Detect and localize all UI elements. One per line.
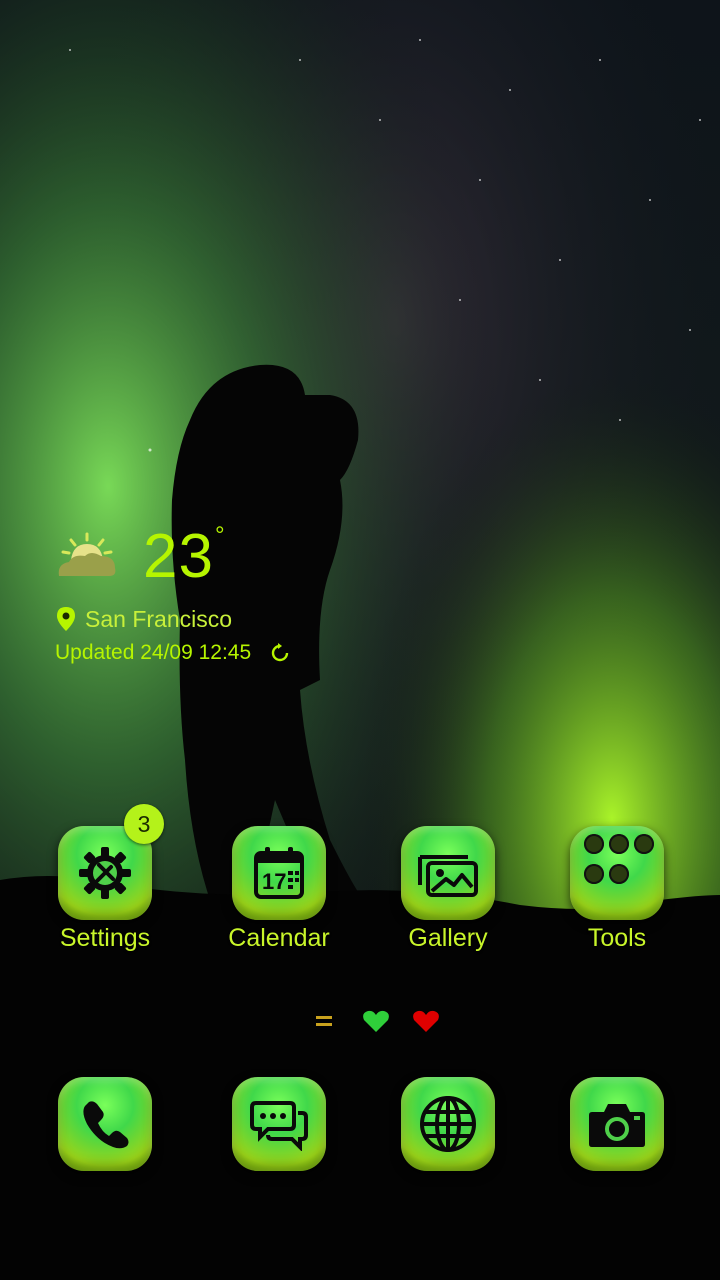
red-heart-icon[interactable] <box>411 1008 441 1034</box>
app-label: Calendar <box>228 924 330 952</box>
green-heart-icon[interactable] <box>361 1008 391 1034</box>
mini-app-icon <box>584 834 604 854</box>
gear-tools-icon <box>79 847 131 899</box>
location-pin-icon <box>57 607 75 631</box>
weather-widget[interactable]: 23 ° San Francisco Updated 24/09 12:45 <box>55 520 375 670</box>
refresh-icon[interactable] <box>269 642 291 664</box>
phone-icon <box>83 1101 129 1149</box>
phone-app-icon[interactable] <box>58 1077 152 1171</box>
messages-icon <box>250 1101 308 1151</box>
menu-lines-icon[interactable] <box>310 1008 340 1034</box>
dock-browser[interactable] <box>401 1077 495 1171</box>
mini-app-icon <box>634 834 654 854</box>
app-settings[interactable]: 3 Settings <box>58 804 164 952</box>
browser-app-icon[interactable] <box>401 1077 495 1171</box>
temperature-unit: ° <box>215 522 225 549</box>
calendar-app-icon[interactable]: 17 <box>232 826 326 920</box>
app-label: Tools <box>587 924 647 952</box>
mini-app-icon <box>609 834 629 854</box>
dock-messages[interactable] <box>232 1077 326 1171</box>
app-label: Settings <box>59 924 151 952</box>
folder-preview <box>584 834 654 888</box>
weather-updated-time: Updated 24/09 12:45 <box>55 641 252 664</box>
folder-icon[interactable] <box>570 826 664 920</box>
camera-app-icon[interactable] <box>570 1077 664 1171</box>
mini-app-icon <box>609 863 629 884</box>
browser-globe-icon <box>420 1096 476 1152</box>
app-label: Gallery <box>408 924 488 952</box>
dock-camera[interactable] <box>570 1077 664 1171</box>
gallery-icon <box>418 855 478 897</box>
messages-app-icon[interactable] <box>232 1077 326 1171</box>
gallery-app-icon[interactable] <box>401 826 495 920</box>
settings-app-icon[interactable]: 3 <box>58 804 164 920</box>
app-calendar[interactable]: 17 Calendar <box>228 826 330 952</box>
app-tools-folder[interactable]: Tools <box>570 826 664 952</box>
notification-badge: 3 <box>124 804 164 844</box>
sun-cloud-icon <box>58 532 116 576</box>
mini-app-icon <box>584 863 604 884</box>
dock-phone[interactable] <box>58 1077 152 1171</box>
calendar-date: 17 <box>262 869 286 894</box>
calendar-icon: 17 <box>254 847 304 899</box>
weather-location: San Francisco <box>85 606 233 632</box>
camera-icon <box>589 1104 645 1147</box>
temperature: 23 <box>143 522 214 591</box>
app-gallery[interactable]: Gallery <box>401 826 495 952</box>
